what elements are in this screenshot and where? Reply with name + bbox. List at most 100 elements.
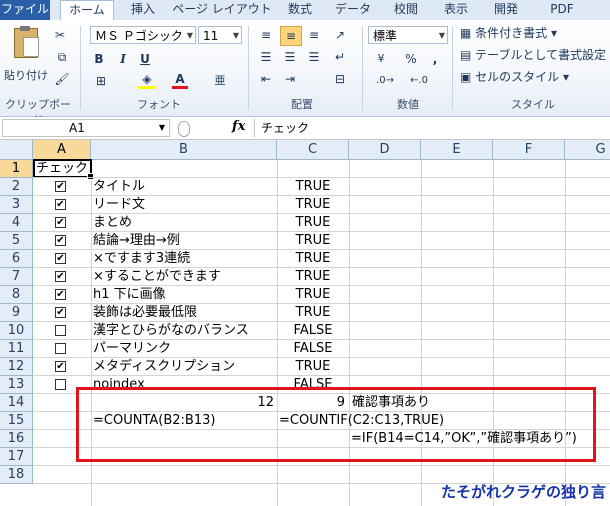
increase-indent-icon[interactable]: ⇥: [280, 70, 300, 88]
column-header[interactable]: F: [493, 140, 565, 160]
cell-b[interactable]: パーマリンク: [93, 340, 171, 358]
align-middle-icon[interactable]: ≡: [280, 26, 302, 46]
currency-icon[interactable]: ¥: [370, 50, 392, 68]
tab-pdf[interactable]: PDF: [540, 0, 584, 20]
italic-button[interactable]: I: [116, 50, 130, 68]
cell-a1[interactable]: チェック: [36, 160, 88, 178]
row-header[interactable]: 6: [0, 250, 33, 268]
wrap-text-icon[interactable]: ↵: [330, 48, 350, 66]
cell-c[interactable]: TRUE: [277, 358, 349, 376]
row-header[interactable]: 13: [0, 376, 33, 394]
cell-styles-button[interactable]: ▣ セルのスタイル ▾: [460, 68, 569, 86]
increase-decimal-icon[interactable]: .0→: [370, 72, 400, 90]
tab-page-layout[interactable]: ページ レイアウト: [172, 0, 272, 20]
column-header[interactable]: A: [33, 140, 91, 160]
cell-c[interactable]: FALSE: [277, 322, 349, 340]
checkbox-checked[interactable]: ✔: [55, 289, 66, 300]
row-header[interactable]: 3: [0, 196, 33, 214]
cut-icon[interactable]: ✂: [52, 26, 68, 44]
cell-c[interactable]: FALSE: [277, 340, 349, 358]
align-top-icon[interactable]: ≡: [256, 26, 276, 44]
align-right-icon[interactable]: ☰: [304, 48, 324, 66]
font-name-select[interactable]: ＭＳ Ｐゴシック ▼: [90, 26, 196, 44]
row-header[interactable]: 18: [0, 466, 33, 484]
column-header[interactable]: B: [91, 140, 277, 160]
cell-c[interactable]: TRUE: [277, 250, 349, 268]
row-header[interactable]: 8: [0, 286, 33, 304]
checkbox-checked[interactable]: ✔: [55, 253, 66, 264]
insert-function-icon[interactable]: fx: [232, 119, 245, 134]
formula-input[interactable]: チェック: [254, 119, 610, 137]
checkbox-unchecked[interactable]: [55, 379, 66, 390]
row-header[interactable]: 14: [0, 394, 33, 412]
checkbox-checked[interactable]: ✔: [55, 307, 66, 318]
row-header[interactable]: 15: [0, 412, 33, 430]
row-header[interactable]: 10: [0, 322, 33, 340]
row-header[interactable]: 16: [0, 430, 33, 448]
cell-c[interactable]: TRUE: [277, 214, 349, 232]
name-box[interactable]: A1 ▼: [2, 119, 170, 137]
paste-button[interactable]: 貼り付け: [4, 26, 48, 90]
cell-c[interactable]: TRUE: [277, 268, 349, 286]
tab-formulas[interactable]: 数式: [280, 0, 320, 20]
row-header[interactable]: 12: [0, 358, 33, 376]
tab-home[interactable]: ホーム: [60, 0, 114, 22]
resize-handle[interactable]: [178, 121, 190, 137]
cell-b[interactable]: 結論→理由→例: [93, 232, 180, 250]
orientation-icon[interactable]: ↗: [330, 26, 350, 44]
tab-file[interactable]: ファイル: [0, 0, 50, 20]
format-painter-icon[interactable]: 🖌: [52, 70, 72, 88]
row-header[interactable]: 17: [0, 448, 33, 466]
font-size-select[interactable]: 11 ▼: [198, 26, 242, 44]
cell-b[interactable]: リード文: [93, 196, 145, 214]
merge-center-icon[interactable]: ⊟: [330, 70, 350, 88]
format-as-table-button[interactable]: ▤ テーブルとして書式設定 ▾: [460, 46, 610, 64]
tab-review[interactable]: 校閲: [386, 0, 426, 20]
conditional-formatting-button[interactable]: ▦ 条件付き書式 ▾: [460, 24, 557, 42]
cell-b[interactable]: まとめ: [93, 214, 132, 232]
checkbox-checked[interactable]: ✔: [55, 217, 66, 228]
row-header[interactable]: 5: [0, 232, 33, 250]
tab-developer[interactable]: 開発: [486, 0, 526, 20]
column-header[interactable]: G: [565, 140, 610, 160]
font-color-icon[interactable]: A: [172, 72, 188, 89]
cell-b[interactable]: 漢字とひらがなのバランス: [93, 322, 249, 340]
decrease-indent-icon[interactable]: ⇤: [256, 70, 276, 88]
percent-icon[interactable]: %: [402, 50, 420, 68]
cell-b[interactable]: メタディスクリプション: [93, 358, 235, 376]
checkbox-checked[interactable]: ✔: [55, 271, 66, 282]
row-header[interactable]: 11: [0, 340, 33, 358]
cell-b[interactable]: h1 下に画像: [93, 286, 166, 304]
underline-button[interactable]: U: [138, 50, 152, 68]
copy-icon[interactable]: ⧉: [52, 48, 72, 66]
column-header[interactable]: E: [421, 140, 493, 160]
cell-b[interactable]: ×することができます: [93, 268, 221, 286]
cell-c[interactable]: TRUE: [277, 304, 349, 322]
row-header[interactable]: 2: [0, 178, 33, 196]
align-bottom-icon[interactable]: ≡: [304, 26, 324, 44]
cell-c[interactable]: TRUE: [277, 286, 349, 304]
cell-b[interactable]: ×ですます3連続: [93, 250, 190, 268]
tab-data[interactable]: データ: [330, 0, 376, 20]
decrease-decimal-icon[interactable]: ←.0: [404, 72, 434, 90]
fill-color-icon[interactable]: ◈: [138, 72, 156, 89]
cell-c[interactable]: TRUE: [277, 232, 349, 250]
cell-b[interactable]: タイトル: [93, 178, 145, 196]
checkbox-checked[interactable]: ✔: [55, 235, 66, 246]
comma-icon[interactable]: ,: [426, 50, 444, 68]
border-icon[interactable]: ⊞: [92, 72, 110, 90]
row-header[interactable]: 9: [0, 304, 33, 322]
bold-button[interactable]: B: [92, 50, 106, 68]
row-header[interactable]: 7: [0, 268, 33, 286]
align-left-icon[interactable]: ☰: [256, 48, 276, 66]
checkbox-checked[interactable]: ✔: [55, 361, 66, 372]
align-center-icon[interactable]: ☰: [280, 48, 300, 66]
row-header[interactable]: 1: [0, 160, 33, 178]
row-header[interactable]: 4: [0, 214, 33, 232]
column-header[interactable]: C: [277, 140, 349, 160]
checkbox-checked[interactable]: ✔: [55, 199, 66, 210]
select-all-corner[interactable]: [0, 140, 33, 160]
tab-insert[interactable]: 挿入: [122, 0, 164, 20]
column-header[interactable]: D: [349, 140, 421, 160]
phonetic-icon[interactable]: 亜: [212, 72, 228, 90]
